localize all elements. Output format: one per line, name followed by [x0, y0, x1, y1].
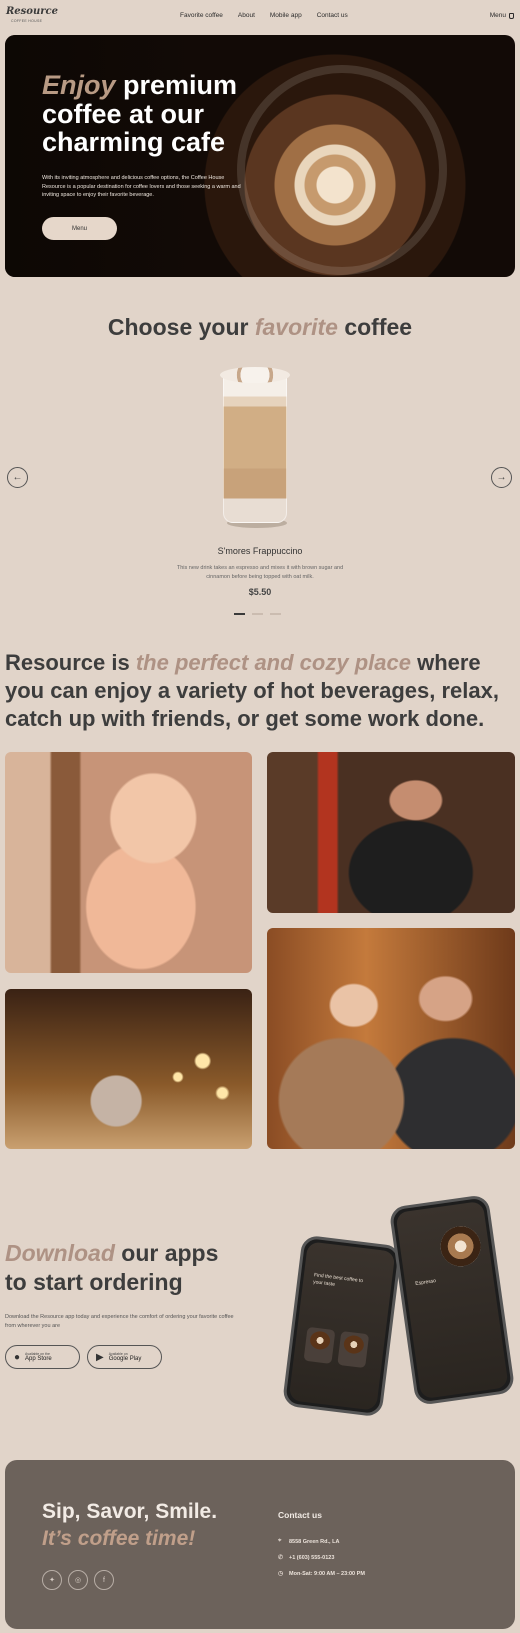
favorite-title-end: coffee — [344, 314, 413, 340]
product-price: $5.50 — [248, 587, 272, 597]
apple-icon: ● — [14, 1351, 21, 1363]
slider-pagination — [234, 613, 281, 615]
favorite-section-title: Choose your favorite coffee — [0, 314, 520, 341]
google-play-icon: ▶ — [96, 1351, 104, 1363]
google-play-big-text: Google Play — [108, 1356, 142, 1362]
contact-phone[interactable]: ✆ +1 (603) 555-0123 — [278, 1554, 335, 1562]
phone-mockup-right: Espresso — [388, 1194, 516, 1406]
phone-icon: ✆ — [278, 1555, 284, 1561]
download-description: Download the Resource app today and expe… — [5, 1314, 234, 1329]
phone-text: +1 (603) 555-0123 — [289, 1554, 335, 1561]
slider-dot-1[interactable] — [234, 613, 245, 615]
instagram-icon[interactable]: ◎ — [68, 1570, 88, 1590]
hero-description: With its inviting atmosphere and delicio… — [42, 175, 241, 198]
photo-cup-with-lights — [5, 989, 252, 1149]
product-image — [219, 367, 291, 528]
address-text: 8558 Green Rd., LA — [289, 1538, 340, 1545]
photo-couple-with-coffee — [267, 928, 515, 1149]
contact-title: Contact us — [278, 1510, 322, 1520]
product-name: S'mores Frappuccino — [217, 546, 303, 556]
slider-dot-2[interactable] — [252, 613, 263, 615]
nav-menu-label: Menu — [489, 12, 506, 19]
download-title-accent: Download — [5, 1240, 115, 1266]
about-text-accent: the perfect and cozy place — [135, 650, 411, 675]
arrow-left-icon: ← — [12, 472, 23, 483]
phone-screen-left: Find the best coffee to your taste — [288, 1241, 396, 1411]
google-play-label: Available on Google Play — [109, 1352, 142, 1362]
top-nav: Resource Coffee House Favorite coffee Ab… — [0, 0, 520, 32]
hours-text: Mon-Sat: 9:00 AM – 23:00 PM — [289, 1570, 365, 1577]
whipped-cream-top — [220, 367, 290, 383]
phone-product-card-2 — [337, 1330, 370, 1369]
shopping-bag-icon — [509, 12, 514, 19]
logo[interactable]: Resource Coffee House — [6, 6, 58, 24]
product-description: This new drink takes an espresso and mix… — [176, 565, 344, 580]
phone-coffee-image — [438, 1223, 484, 1269]
nav-link-favorite-coffee[interactable]: Favorite coffee — [180, 12, 223, 19]
logo-text: Resource — [6, 6, 58, 17]
footer-slogan-line2: It’s coffee time! — [42, 1527, 196, 1550]
about-text: Resource is the perfect and cozy place w… — [5, 649, 517, 733]
facebook-icon[interactable]: f — [94, 1570, 114, 1590]
contact-hours: ◷ Mon-Sat: 9:00 AM – 23:00 PM — [278, 1570, 365, 1578]
google-play-button[interactable]: ▶ Available on Google Play — [87, 1345, 162, 1369]
hero-title: Enjoy premium coffee at our charming caf… — [42, 71, 272, 157]
favorite-title-accent: favorite — [254, 314, 338, 340]
phone-screen-right: Espresso — [395, 1200, 509, 1400]
footer-slogan: Sip, Savor, Smile. It’s coffee time! — [42, 1498, 217, 1552]
location-pin-icon: ⌖ — [278, 1538, 282, 1544]
phone-left-heading: Find the best coffee to your taste — [312, 1272, 364, 1288]
download-title: Download our apps to start ordering — [5, 1239, 218, 1297]
footer-slogan-line1: Sip, Savor, Smile. — [42, 1500, 218, 1523]
download-title-rest-2: to start ordering — [5, 1269, 183, 1295]
download-title-rest-1: our apps — [121, 1240, 219, 1266]
contact-address: ⌖ 8558 Green Rd., LA — [278, 1538, 339, 1545]
nav-link-about[interactable]: About — [238, 12, 255, 19]
photo-woman-with-coffee — [5, 752, 252, 973]
footer: Sip, Savor, Smile. It’s coffee time! ✦ ◎… — [5, 1460, 515, 1629]
nav-links: Favorite coffee About Mobile app Contact… — [180, 12, 348, 19]
app-store-big-text: App Store — [25, 1356, 52, 1362]
slider-prev-button[interactable]: ← — [7, 467, 28, 488]
social-links: ✦ ◎ f — [42, 1570, 114, 1590]
favorite-title-start: Choose your — [107, 314, 249, 340]
phone-product-card-1 — [303, 1326, 336, 1364]
hero-menu-button[interactable]: Menu — [42, 217, 117, 240]
hero-banner: Enjoy premium coffee at our charming caf… — [5, 35, 515, 277]
about-text-start: Resource is — [5, 650, 130, 675]
nav-link-mobile-app[interactable]: Mobile app — [270, 12, 302, 19]
photo-man-with-coffee — [267, 752, 515, 913]
phone-mockup-left: Find the best coffee to your taste — [281, 1234, 403, 1418]
twitter-icon[interactable]: ✦ — [42, 1570, 62, 1590]
nav-menu-button[interactable]: Menu — [490, 12, 514, 19]
slider-next-button[interactable]: → — [491, 467, 512, 488]
arrow-right-icon: → — [496, 472, 507, 483]
logo-subtitle: Coffee House — [11, 19, 43, 23]
slider-dot-3[interactable] — [270, 613, 281, 615]
nav-link-contact-us[interactable]: Contact us — [317, 12, 348, 19]
glass-body — [223, 377, 287, 523]
app-store-label: Available on the App Store — [25, 1352, 52, 1362]
hero-title-accent: Enjoy — [42, 70, 116, 100]
app-store-button[interactable]: ● Available on the App Store — [5, 1345, 80, 1369]
clock-icon: ◷ — [278, 1571, 284, 1577]
phone-right-heading: Espresso — [414, 1278, 437, 1287]
